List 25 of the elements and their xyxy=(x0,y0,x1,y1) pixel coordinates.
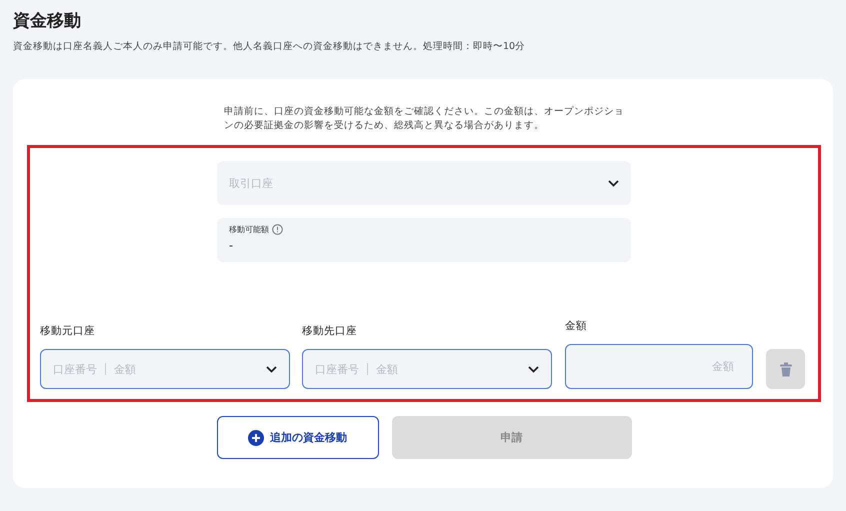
amount-field[interactable]: 金額 xyxy=(565,344,753,389)
chevron-down-icon xyxy=(608,180,619,186)
field-label: 移動可能額 xyxy=(229,224,269,235)
chevron-down-icon xyxy=(528,366,539,372)
amount-placeholder: 金額 xyxy=(712,359,734,374)
chevron-down-icon xyxy=(266,366,277,372)
page-title: 資金移動 xyxy=(13,10,82,32)
amount-placeholder: 金額 xyxy=(114,362,136,376)
account-dropdown[interactable]: 口座番号 金額 xyxy=(40,349,290,389)
field-value: - xyxy=(229,239,234,252)
account-select[interactable]: 取引口座 xyxy=(217,161,631,205)
account-number-placeholder: 口座番号 xyxy=(315,362,359,376)
add-transfer-button[interactable]: 追加の資金移動 xyxy=(216,416,378,459)
info-icon xyxy=(272,224,283,235)
trash-icon xyxy=(778,362,792,376)
notice-text: 申請前に、口座の資金移動可能な金額をご確認ください。この金額は、オープンポジションの必要証拠金の影響を受けるため、総残高と異なる場合があります。 xyxy=(224,105,624,133)
account-number-placeholder: 口座番号 xyxy=(53,362,97,376)
amount-placeholder: 金額 xyxy=(376,362,398,376)
page-description: 資金移動は口座名義人ご本人のみ申請可能です。他人名義口座への資金移動はできません。処理時間：即時〜10分 xyxy=(13,40,526,53)
field-label: 金額 xyxy=(565,319,588,333)
field-label: 移動元口座 xyxy=(40,324,96,338)
field-label: 移動先口座 xyxy=(302,324,358,338)
plus-icon xyxy=(248,430,264,446)
select-placeholder: 取引口座 xyxy=(229,176,273,190)
account-dropdown[interactable]: 口座番号 金額 xyxy=(302,349,552,389)
